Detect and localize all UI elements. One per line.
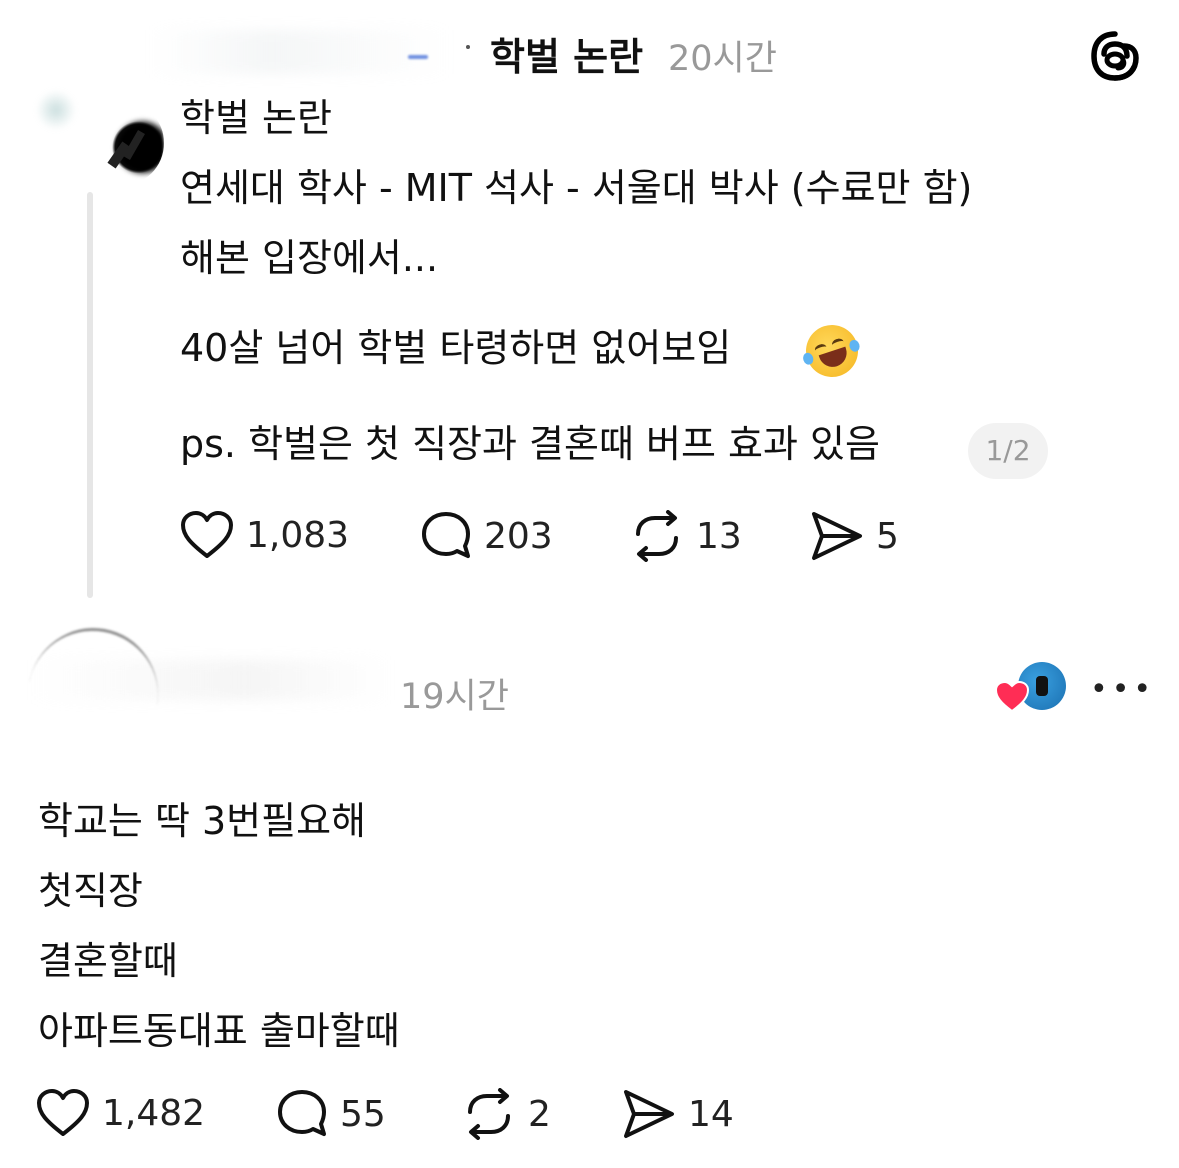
repost-icon <box>636 510 678 562</box>
reply-share-count: 14 <box>688 1093 734 1135</box>
heart-icon <box>37 1089 89 1136</box>
author-avatar[interactable] <box>78 100 164 186</box>
reply-like-button[interactable]: 1,482 <box>36 1088 205 1138</box>
share-count: 5 <box>876 515 899 557</box>
post-title: 학벌 논란 <box>180 96 332 140</box>
page-indicator-badge[interactable]: 1/2 <box>968 423 1048 479</box>
reply-repost-button[interactable]: 2 <box>462 1088 551 1140</box>
more-icon[interactable]: ••• <box>1090 672 1155 707</box>
avatar-edge <box>36 90 76 130</box>
reply-like-count: 1,482 <box>102 1092 206 1134</box>
send-icon <box>812 512 862 560</box>
reply-body-line: 결혼할때 <box>38 939 178 983</box>
like-count: 1,083 <box>246 514 350 556</box>
thread-connector-line <box>87 192 93 598</box>
post-body-line: ps. 학벌은 첫 직장과 결혼때 버프 효과 있음 <box>180 422 880 466</box>
rolling-laughing-emoji-icon <box>799 318 865 384</box>
comment-button[interactable]: 203 <box>420 510 553 562</box>
post-timestamp: 20시간 <box>668 39 777 79</box>
comment-bubble-icon <box>278 1090 326 1136</box>
send-icon <box>624 1090 674 1138</box>
repost-button[interactable]: 13 <box>630 510 742 562</box>
like-button[interactable]: 1,083 <box>180 510 349 560</box>
post-body-line: 해본 입장에서... <box>180 236 439 280</box>
repost-count: 13 <box>696 515 742 557</box>
comment-bubble-icon <box>422 512 470 558</box>
reply-share-button[interactable]: 14 <box>622 1088 734 1140</box>
reply-body-line: 학교는 딱 3번필요해 <box>38 799 367 843</box>
reply-comment-button[interactable]: 55 <box>276 1088 386 1140</box>
reply-body-line: 첫직장 <box>38 869 143 913</box>
redacted-dot <box>466 45 470 49</box>
reply-comment-count: 55 <box>340 1093 386 1135</box>
comment-count: 203 <box>484 515 553 557</box>
reply-author-name-redacted <box>30 660 390 700</box>
author-name-redacted <box>150 30 450 74</box>
post-body-line: 40살 넘어 학벌 타령하면 없어보임 <box>180 326 732 370</box>
reply-repost-count: 2 <box>528 1093 551 1135</box>
red-heart-icon <box>994 680 1030 714</box>
reply-timestamp: 19시간 <box>400 677 509 717</box>
post-header-title: 학벌 논란 <box>490 35 644 79</box>
reply-body-line: 아파트동대표 출마할때 <box>38 1009 400 1053</box>
threads-logo-icon[interactable] <box>1089 30 1141 82</box>
repost-icon <box>468 1088 510 1140</box>
heart-icon <box>181 511 233 558</box>
share-button[interactable]: 5 <box>810 510 899 562</box>
redacted-mark <box>408 55 428 59</box>
post-body-line: 연세대 학사 - MIT 석사 - 서울대 박사 (수료만 함) <box>180 166 973 210</box>
